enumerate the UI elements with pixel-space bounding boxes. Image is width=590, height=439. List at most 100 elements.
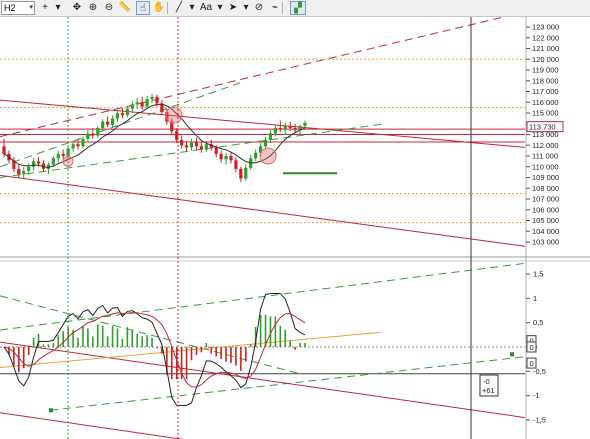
candle-body [51,158,55,165]
pointer-tool-icon[interactable]: ➤ [226,1,240,15]
pan-hand-icon[interactable]: ✋ [152,1,166,15]
dropdown-arrow-icon[interactable]: ▾ [242,1,250,15]
indicator-tick-label: 1,5 [533,269,543,278]
candle-body [27,166,31,172]
candle-body [268,133,273,140]
signal-circle [259,147,277,165]
trendline-red [0,99,525,148]
candle-body [22,171,26,175]
price-tick-label: 119 000 [532,66,559,75]
indicator-tick-label: -1 [533,391,540,400]
candle-body [2,146,6,154]
crosshair-plus-icon[interactable]: + [38,1,52,15]
price-tick-label: 108 000 [532,184,559,193]
signal-circle [165,106,183,124]
price-tick-label: 115 000 [532,109,559,118]
candle-body [36,161,41,164]
price-tick-label: 112 000 [532,141,559,150]
price-tick-label: 122 000 [532,33,559,42]
price-tick-label: 121 000 [532,44,559,53]
candle-body [219,153,223,160]
candle-body [110,118,115,125]
trendline-red [0,174,525,247]
text-tool-icon[interactable]: Aa [198,1,214,15]
candle-body [234,160,238,169]
candle-body [71,144,75,149]
price-tick-label: 117 000 [532,87,559,96]
price-tick-label: 116 000 [532,98,559,107]
price-tick-label: 109 000 [532,173,559,182]
dropdown-arrow-icon[interactable]: ▾ [216,1,224,15]
candle-body [115,113,120,119]
zoom-in-icon[interactable]: ⊕ [86,1,100,15]
candle-body [224,156,228,160]
candle-body [76,144,80,147]
candle-body [32,161,36,167]
indicator-icon[interactable]: ▞ [290,1,306,15]
candle-body [155,96,159,104]
move-arrows-icon[interactable]: ✥ [70,1,84,15]
candle-body [61,153,65,156]
candle-body [239,168,243,179]
candle-body [244,167,248,179]
candle-body [283,125,287,130]
chart-toolbar: H2 ▾ + ▾ ✥ ⊕ ⊖ 📏 ☝ ✋ ╱ ▾ Aa ▾ ➤ ▾ ⊘ ⌁ ▞ [0,0,590,17]
indicator-tick-label: 1 [533,294,537,303]
price-tick-label: 118 000 [532,76,559,85]
price-tick-label: 111 000 [532,152,558,161]
indicator-tick-label: 0,5 [533,318,543,327]
dropdown-arrow-icon[interactable]: ▾ [188,1,196,15]
candle-body [145,99,149,107]
ruler-icon[interactable]: 📏 [118,1,132,15]
line-tool-icon[interactable]: ╱ [172,1,186,15]
trendline-dashed-red [0,17,506,138]
axes: 123 000122 000 121 000 120 000 119 000118 0… [0,17,590,439]
candle-body [199,146,203,150]
indicator-trendline-red [0,412,184,439]
candle-body [101,121,105,129]
candle-body [135,102,139,105]
indicator-tick-label: -1,5 [533,416,546,425]
candle-body [96,128,100,136]
current-price-label: 113 730 [529,123,556,132]
toolbar-separator [282,2,283,14]
chevron-down-icon: ▾ [29,4,33,11]
indicator-pane[interactable] [0,262,525,439]
candle-body [180,139,184,146]
candle-body [273,128,277,134]
zoom-out-icon[interactable]: ⊖ [102,1,116,15]
timeframe-label: H2 [4,3,16,13]
candle-body [189,142,194,148]
axis-value-marker-label: 0 [530,343,534,352]
hide-drawings-icon[interactable]: ⊘ [252,1,266,15]
cursor-hand-icon[interactable]: ☝ [136,1,150,15]
price-tick-label: 104 000 [532,227,559,236]
timeframe-select[interactable]: H2 ▾ [1,1,35,15]
candle-body [194,142,199,147]
candle-body [263,139,268,147]
anchor-point [510,352,514,357]
chart-overlay: -0+61 [67,17,499,439]
candle-body [229,156,233,161]
candle-body [86,133,90,139]
candle-body [254,152,258,159]
candle-body [130,104,134,109]
chart-area[interactable]: 123 000122 000 121 000 120 000 119 000118 0… [0,17,590,439]
indicator-trendline-green [0,262,525,331]
indicator-readout-line1: -0 [483,377,490,386]
candle-body [140,102,144,107]
price-tick-label: 123 000 [532,23,559,32]
price-pane[interactable] [0,17,525,247]
axis-value-marker-label: 0 [530,359,534,368]
candle-body [17,168,21,175]
price-tick-label: 120 000 [532,55,559,64]
magnet-icon[interactable]: ⌁ [268,1,282,15]
candle-body [120,113,125,116]
dropdown-arrow-icon[interactable]: ▾ [54,1,62,15]
candle-body [184,145,189,148]
candle-body [91,133,95,136]
anchor-point [49,408,53,413]
candle-body [293,128,297,131]
candle-body [214,147,218,154]
price-tick-label: 107 000 [532,195,559,204]
